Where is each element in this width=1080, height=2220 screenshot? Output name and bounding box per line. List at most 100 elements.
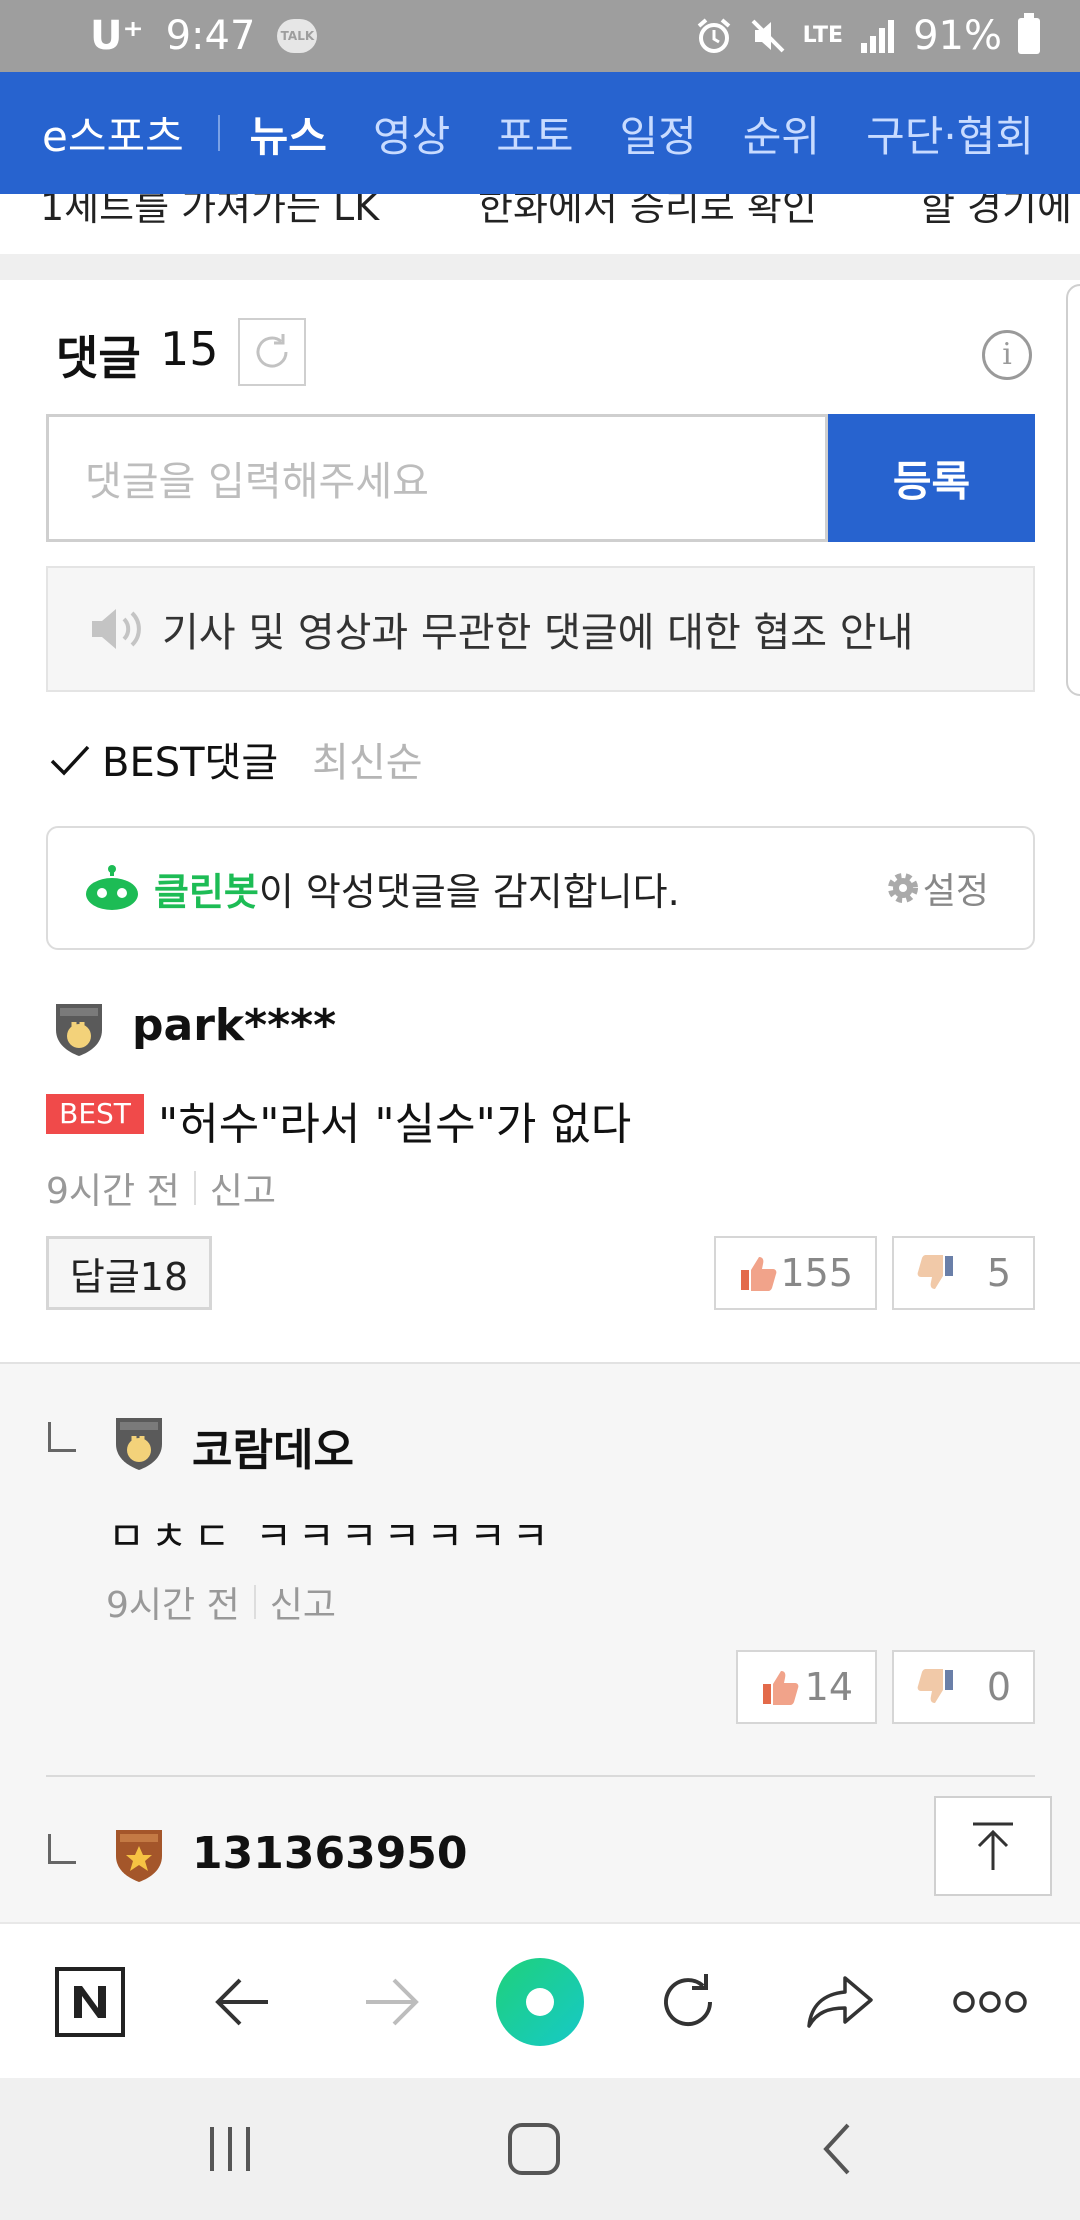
comment-text: "허수"라서 "실수"가 없다 [158,1099,632,1150]
reply-button[interactable]: 답글18 [46,1236,212,1310]
browser-toolbar [0,1922,1080,2078]
cleanbot-name: 클린봇 [154,869,259,914]
reply-indent-icon [48,1834,76,1864]
dislike-button[interactable]: 0 [892,1650,1035,1724]
report-link[interactable]: 신고 [210,1162,276,1214]
cleanbot-settings-label: 설정 [922,871,989,912]
status-bar: U⁺ 9:47 TALK LTE 91% [0,0,1080,72]
chevron-left-icon [823,2123,850,2175]
comment-input[interactable]: 댓글을 입력해주세요 [46,414,828,542]
side-panel-edge [1066,284,1080,696]
thumbs-up-icon [741,1257,777,1291]
cleanbot-icon [86,865,138,910]
reply-text: ㅁㅊㄷ ㅋㅋㅋㅋㅋㅋㅋ [108,1514,555,1560]
dislike-button[interactable]: 5 [892,1236,1035,1310]
notice-banner[interactable]: 기사 및 영상과 무관한 댓글에 대한 협조 안내 [46,566,1035,692]
reload-icon [664,1974,713,2027]
comments-count: 15 [160,322,219,376]
reload-button[interactable] [638,1924,738,2080]
submit-comment-button[interactable]: 등록 [828,414,1035,542]
sort-best-option[interactable]: BEST댓글 [102,730,278,788]
nav-brand[interactable]: e스포츠 [42,103,184,164]
nav-tab-photo[interactable]: 포토 [496,103,573,164]
reply-time: 9시간 전 [106,1585,240,1626]
mute-icon [751,19,785,53]
green-dot-button[interactable] [480,1924,600,2080]
carrier-label: U⁺ [90,13,144,59]
related-article-item[interactable]: 한화에서 승리로 확인 [478,194,817,231]
report-link[interactable]: 신고 [270,1576,336,1628]
green-dot-icon [496,1958,584,2046]
status-time: 9:47 [165,13,256,59]
reply-divider [46,1775,1035,1777]
sort-latest-option[interactable]: 최신순 [312,730,422,788]
recent-apps-icon [210,2127,250,2171]
rookie-badge-icon [56,1004,102,1056]
refresh-icon [256,334,288,368]
info-icon[interactable]: i [982,330,1032,380]
reply-username[interactable]: 코람데오 [192,1414,354,1478]
comment-sort: BEST댓글 최신순 [48,730,423,788]
meta-separator [193,1171,196,1205]
arrow-left-icon [215,1978,268,2026]
nav-tab-teams[interactable]: 구단·협회 [866,103,1034,164]
share-icon [807,1976,873,2028]
like-button[interactable]: 14 [736,1650,877,1724]
more-button[interactable] [940,1924,1040,2080]
arrow-up-icon [973,1822,1013,1870]
speaker-icon [92,609,141,649]
related-article-item[interactable]: 1세트를 가져가는 LK [40,194,379,231]
back-button[interactable] [192,1924,292,2080]
home-button[interactable] [484,2078,584,2220]
signal-icon [861,20,895,53]
scroll-to-top-button[interactable] [934,1796,1052,1896]
best-badge: BEST [46,1094,144,1134]
like-count: 155 [780,1251,853,1295]
naver-home-button[interactable] [40,1924,140,2080]
battery-percent: 91% [913,13,1002,59]
app-screen: U⁺ 9:47 TALK LTE 91% e스포츠 뉴스 영상 포토 일정 순위… [0,0,1080,2220]
network-type-label: LTE [802,23,844,48]
thumbs-down-icon [917,1669,953,1703]
refresh-comments-button[interactable] [238,318,306,386]
nav-tab-schedule[interactable]: 일정 [620,103,697,164]
nav-tab-video[interactable]: 영상 [373,103,450,164]
like-count: 14 [804,1665,853,1709]
nav-tab-ranking[interactable]: 순위 [743,103,820,164]
thumbs-down-icon [917,1255,953,1289]
thumbs-up-icon [763,1671,799,1705]
cleanbot-settings-button[interactable]: 설정 [883,862,989,914]
share-button[interactable] [790,1924,890,2080]
reply-meta: 9시간 전 신고 [106,1576,336,1628]
comment-username[interactable]: park**** [132,1000,336,1051]
rookie-badge-icon [116,1418,162,1470]
cleanbot-banner: 클린봇 이 악성댓글을 감지합니다. 설정 [46,826,1035,950]
comment-meta: 9시간 전 신고 [46,1162,276,1214]
check-icon [50,745,90,776]
comments-title: 댓글 [56,331,141,385]
reply-indent-icon [48,1422,76,1452]
status-icons: LTE 91% [695,13,1040,59]
talk-notification-icon: TALK [277,19,318,53]
comment-time: 9시간 전 [46,1171,180,1212]
related-articles-strip: 1세트를 가져가는 LK 한화에서 승리로 확인 할 경기에 [0,194,1080,254]
battery-icon [1018,13,1040,54]
section-gap [0,254,1080,280]
like-button[interactable]: 155 [714,1236,877,1310]
meta-separator [253,1585,256,1619]
related-article-item[interactable]: 할 경기에 [920,194,1072,231]
nav-tab-news[interactable]: 뉴스 [250,103,327,164]
gear-icon [887,873,918,903]
naver-icon [55,1967,125,2037]
alarm-icon [697,18,730,53]
section-nav: e스포츠 뉴스 영상 포토 일정 순위 구단·협회 [0,72,1080,194]
system-back-button[interactable] [788,2078,888,2220]
recent-apps-button[interactable] [180,2078,280,2220]
home-icon [508,2123,560,2175]
dislike-count: 0 [986,1665,1011,1709]
forward-button[interactable] [342,1924,442,2080]
reply-username[interactable]: 131363950 [192,1828,468,1879]
arrow-right-icon [366,1978,419,2026]
cleanbot-message: 이 악성댓글을 감지합니다. [258,869,680,914]
more-icon [953,1991,1027,2013]
